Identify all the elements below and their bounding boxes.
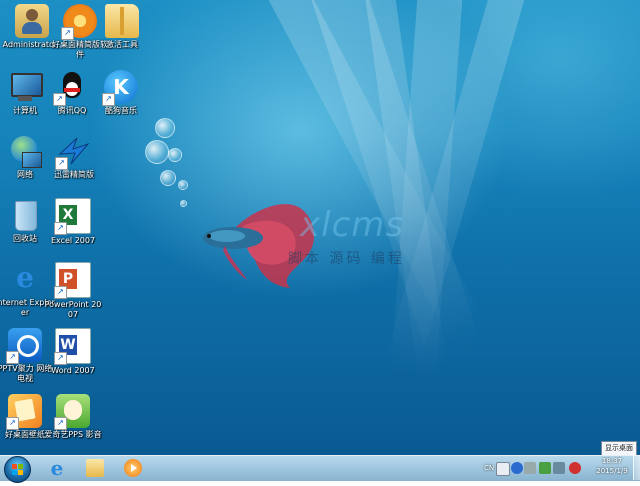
recycle-bin-icon (8, 198, 42, 232)
desktop-icon-label: 激活工具 (106, 40, 138, 49)
desktop-icon-label: Word 2007 (51, 366, 95, 375)
taskbar-pinned-explorer[interactable] (78, 457, 112, 479)
taskbar: e CN (0, 455, 640, 483)
windows-logo-icon (12, 464, 23, 475)
excel-icon: X ↗ (54, 198, 91, 235)
desktop-icon-label: 酷狗音乐 (105, 106, 137, 115)
desktop-icon-powerpoint-2007[interactable]: P ↗ PowerPoint 2007 (43, 262, 103, 320)
taskbar-pinned-internet-explorer[interactable]: e (40, 457, 74, 479)
network-tray-icon[interactable] (553, 462, 565, 474)
powerpoint-icon: P ↗ (54, 262, 91, 299)
taskbar-pinned-media-player[interactable] (116, 457, 150, 479)
shortcut-arrow-icon: ↗ (6, 417, 19, 430)
start-button[interactable] (4, 456, 31, 483)
desktop-icon-word-2007[interactable]: W ↗ Word 2007 (43, 328, 103, 376)
watermark-subtext: 脚本 源码 编程 (288, 251, 405, 267)
pptv-icon: ↗ (6, 328, 42, 364)
desktop-icon-activation-tool[interactable]: 激活工具 (92, 4, 152, 50)
desktop-icon-label: PowerPoint 2007 (44, 300, 102, 319)
desktop-icon-label: Excel 2007 (50, 236, 96, 245)
shortcut-arrow-icon: ↗ (102, 93, 115, 106)
bubble (145, 140, 169, 164)
bubble (168, 148, 182, 162)
shortcut-arrow-icon: ↗ (53, 93, 66, 106)
show-desktop-tooltip: 显示桌面 (601, 441, 637, 456)
tray-arrow-icon[interactable] (524, 462, 536, 474)
pps-icon: ↗ (54, 394, 90, 430)
clock-date[interactable]: 2015/1/9 (592, 467, 632, 475)
shortcut-arrow-icon: ↗ (61, 27, 74, 40)
desktop-icon-label: 爱奇艺PPS 影音 (44, 430, 102, 439)
xunlei-bird-icon: ↗ (55, 134, 91, 170)
watermark-text: xlcms (300, 205, 405, 245)
kugou-icon: K ↗ (102, 70, 138, 106)
desktop-icon-iqiyi-pps[interactable]: ↗ 爱奇艺PPS 影音 (43, 394, 103, 440)
folder-icon (105, 4, 139, 38)
shortcut-arrow-icon: ↗ (54, 352, 67, 365)
ime-indicator[interactable]: CN (484, 464, 494, 472)
bubble (155, 118, 175, 138)
desktop-icon-kugou[interactable]: K ↗ 酷狗音乐 (91, 70, 151, 116)
computer-icon (8, 70, 43, 104)
clock-time[interactable]: 18:37 (592, 457, 632, 465)
bubble (160, 170, 176, 186)
shortcut-arrow-icon: ↗ (54, 222, 67, 235)
bubble (180, 200, 187, 207)
show-desktop-button[interactable] (633, 455, 640, 480)
shortcut-arrow-icon: ↗ (55, 157, 68, 170)
word-icon: W ↗ (54, 328, 91, 365)
qq-penguin-icon: ↗ (53, 70, 89, 106)
action-center-flag-icon[interactable] (539, 462, 551, 474)
shortcut-arrow-icon: ↗ (54, 286, 67, 299)
shortcut-arrow-icon: ↗ (6, 351, 19, 364)
media-player-icon (124, 459, 142, 477)
wallpaper-app-icon: ↗ (6, 394, 42, 430)
desktop-icon-label: 迅雷精简版 (54, 170, 94, 179)
user-folder-icon (15, 4, 49, 38)
shortcut-arrow-icon: ↗ (54, 417, 67, 430)
help-icon[interactable] (511, 462, 523, 474)
folder-icon (86, 459, 104, 477)
volume-muted-icon[interactable] (569, 462, 581, 474)
bubble (178, 180, 188, 190)
keyboard-icon[interactable] (496, 462, 510, 476)
desktop-icon-xunlei[interactable]: ↗ 迅雷精简版 (44, 134, 104, 180)
desktop-icon-excel-2007[interactable]: X ↗ Excel 2007 (43, 198, 103, 246)
internet-explorer-icon: e (50, 456, 64, 480)
network-globe-icon (8, 134, 42, 168)
desktop-wallpaper: xlcms 脚本 源码 编程 Administrato... ↗ 好桌面精简版软… (0, 0, 640, 455)
internet-explorer-icon: e (16, 261, 34, 294)
